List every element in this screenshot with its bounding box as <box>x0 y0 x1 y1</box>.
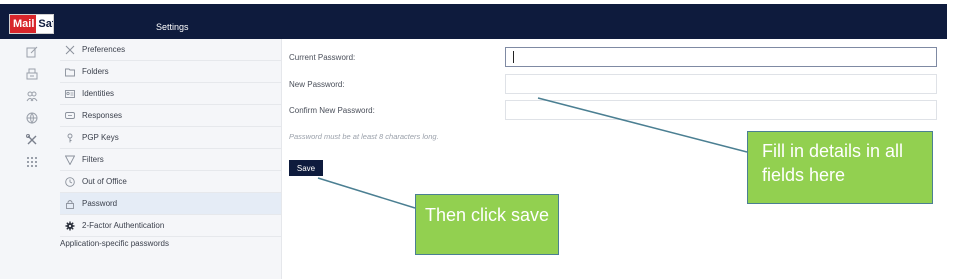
callout-fill-details: Fill in details in all fields here <box>747 131 933 204</box>
arrow-to-fields <box>537 97 748 153</box>
arrow-to-save <box>317 177 416 209</box>
callout-then-click-save: Then click save <box>415 194 559 255</box>
